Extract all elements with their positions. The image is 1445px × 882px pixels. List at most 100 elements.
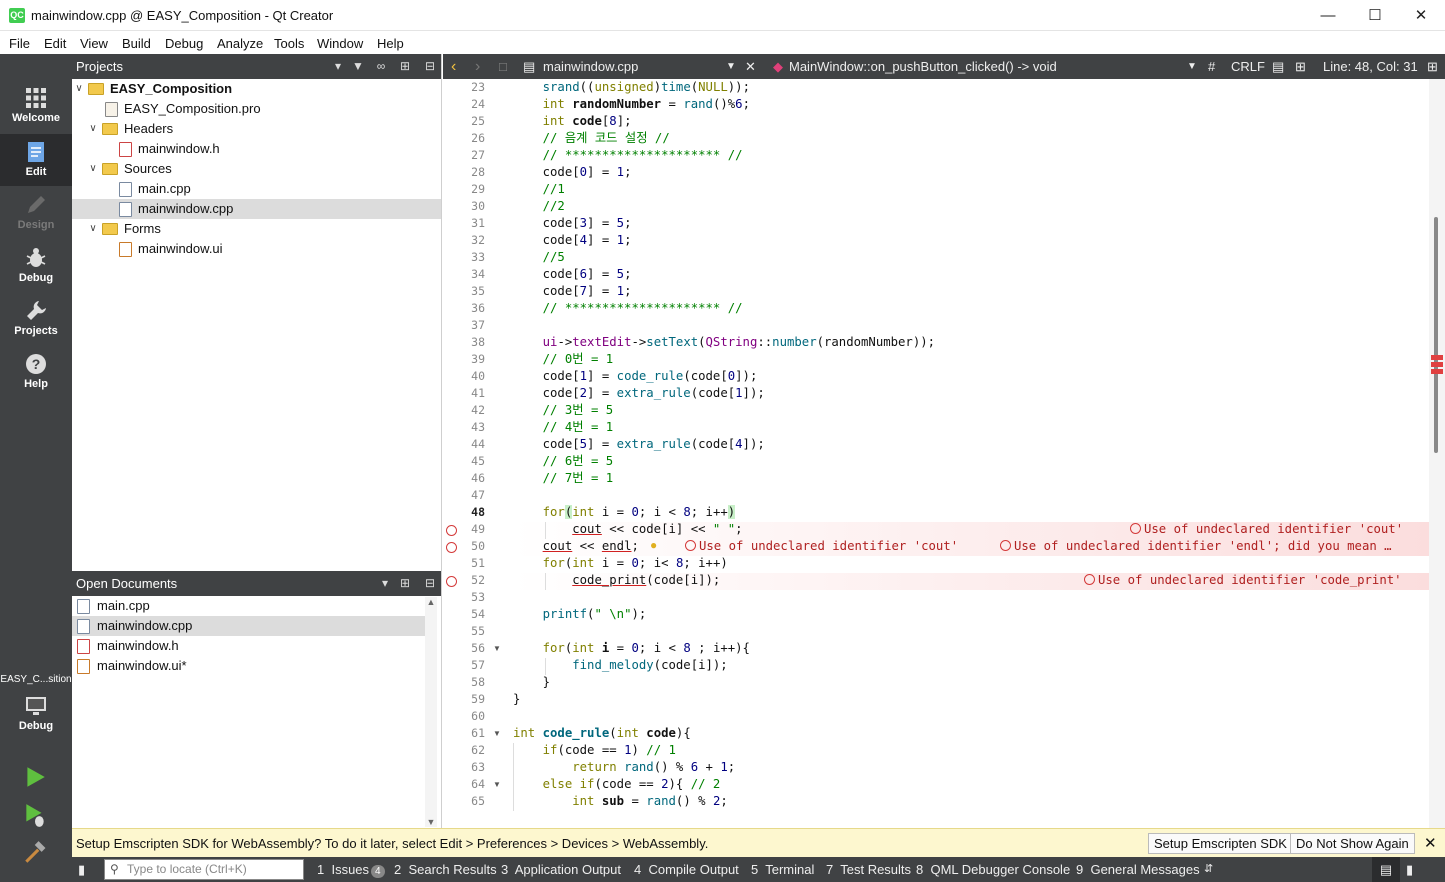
toggle-sidebar-icon[interactable]: ▮: [78, 857, 85, 882]
code-line[interactable]: code[4] = 1;: [513, 232, 632, 249]
fold-icon[interactable]: ▼: [493, 780, 501, 789]
chevron-down-icon[interactable]: ∨: [74, 79, 84, 99]
mode-design[interactable]: Design: [0, 187, 72, 239]
menu-view[interactable]: View: [80, 36, 108, 51]
code-line[interactable]: //5: [513, 249, 565, 266]
current-file[interactable]: mainwindow.cpp: [543, 54, 638, 79]
tree-item[interactable]: mainwindow.h: [72, 139, 441, 159]
chevron-down-icon[interactable]: ▾: [374, 571, 396, 596]
code-line[interactable]: else if(code == 2){ // 2: [513, 776, 721, 793]
code-line[interactable]: code[5] = extra_rule(code[4]);: [513, 436, 765, 453]
tree-item[interactable]: ∨ Sources: [72, 159, 441, 179]
chevron-down-icon[interactable]: ▼: [1187, 54, 1197, 79]
chevron-down-icon[interactable]: ∨: [88, 159, 98, 179]
forward-icon[interactable]: ›: [475, 54, 480, 79]
code-line[interactable]: for(int i = 0; i < 8; i++): [513, 504, 736, 521]
chevron-down-icon[interactable]: ∨: [88, 119, 98, 139]
chevron-down-icon[interactable]: ▾: [327, 54, 349, 79]
tree-item[interactable]: EASY_Composition.pro: [72, 99, 441, 119]
debug-run-button[interactable]: [22, 802, 48, 831]
back-icon[interactable]: ‹: [451, 54, 456, 79]
list-item[interactable]: mainwindow.ui*: [72, 656, 426, 676]
encoding-icon[interactable]: ▤: [1272, 54, 1284, 79]
close-panel-icon[interactable]: ⊟: [419, 54, 441, 79]
menu-help[interactable]: Help: [377, 36, 404, 51]
error-icon[interactable]: [446, 576, 457, 587]
toggle-output-icon[interactable]: ▤: [1372, 857, 1400, 882]
mode-debug[interactable]: Debug: [0, 240, 72, 292]
code-line[interactable]: // 음계 코드 설정 //: [513, 130, 670, 147]
symbol-selector[interactable]: MainWindow::on_pushButton_clicked() -> v…: [789, 54, 1057, 79]
tab-terminal[interactable]: 5 Terminal: [751, 857, 814, 882]
code-line[interactable]: ui->textEdit->setText(QString::number(ra…: [513, 334, 935, 351]
scrollbar[interactable]: ▲ ▼: [425, 597, 437, 827]
code-line[interactable]: printf(" \n");: [513, 606, 647, 623]
code-line[interactable]: return rand() % 6 + 1;: [513, 759, 735, 776]
filter-icon[interactable]: ▼: [347, 54, 369, 79]
menu-file[interactable]: File: [9, 36, 30, 51]
mode-projects[interactable]: Projects: [0, 293, 72, 345]
line-ending[interactable]: CRLF: [1231, 54, 1265, 79]
tree-item[interactable]: ∨ EASY_Composition: [72, 79, 441, 99]
split-icon[interactable]: ⊞: [394, 571, 416, 596]
scroll-up-icon[interactable]: ▲: [425, 597, 437, 607]
code-line[interactable]: for(int i = 0; i < 8 ; i++){: [513, 640, 750, 657]
fold-icon[interactable]: ▼: [493, 729, 501, 738]
tab-test-results[interactable]: 7 Test Results: [826, 857, 911, 882]
code-line[interactable]: int code[8];: [513, 113, 632, 130]
error-icon[interactable]: [446, 542, 457, 553]
code-line[interactable]: //2: [513, 198, 565, 215]
menu-analyze[interactable]: Analyze: [217, 36, 263, 51]
scroll-down-icon[interactable]: ▼: [425, 817, 437, 827]
menu-tools[interactable]: Tools: [274, 36, 304, 51]
tree-item-selected[interactable]: mainwindow.cpp: [72, 199, 441, 219]
lightbulb-icon[interactable]: ●: [650, 538, 657, 552]
code-line[interactable]: code[0] = 1;: [513, 164, 632, 181]
code-line[interactable]: code[2] = extra_rule(code[1]);: [513, 385, 765, 402]
list-item-selected[interactable]: mainwindow.cpp: [72, 616, 426, 636]
split-icon[interactable]: ⊞: [394, 54, 416, 79]
code-line[interactable]: }: [513, 674, 550, 691]
menu-window[interactable]: Window: [317, 36, 363, 51]
code-line[interactable]: code[3] = 5;: [513, 215, 632, 232]
mode-help[interactable]: ? Help: [0, 346, 72, 398]
list-item[interactable]: mainwindow.h: [72, 636, 426, 656]
tab-search-results[interactable]: 2 Search Results: [394, 857, 497, 882]
menu-build[interactable]: Build: [122, 36, 151, 51]
code-line[interactable]: // 7번 = 1: [513, 470, 614, 487]
build-button[interactable]: [22, 840, 48, 869]
editor-scrollbar[interactable]: [1429, 79, 1445, 828]
mode-edit[interactable]: Edit: [0, 134, 72, 186]
list-item[interactable]: main.cpp: [72, 596, 426, 616]
close-icon[interactable]: ✕: [1398, 0, 1444, 31]
fold-icon[interactable]: ▼: [493, 644, 501, 653]
run-button[interactable]: [22, 764, 48, 793]
code-line[interactable]: cout << code[i] << " ";: [513, 521, 742, 538]
code-line[interactable]: // ********************* //: [513, 300, 743, 317]
tree-item[interactable]: ∨ Forms: [72, 219, 441, 239]
code-line[interactable]: // 4번 = 1: [513, 419, 614, 436]
do-not-show-again-button[interactable]: Do Not Show Again: [1290, 833, 1415, 854]
menu-edit[interactable]: Edit: [44, 36, 66, 51]
code-line[interactable]: int code_rule(int code){: [513, 725, 691, 742]
locator-input[interactable]: ⚲ Type to locate (Ctrl+K): [104, 859, 304, 880]
split-icon[interactable]: ⊞: [1295, 54, 1306, 79]
tab-issues[interactable]: 1 Issues 4: [317, 857, 385, 882]
minimize-icon[interactable]: —: [1305, 0, 1351, 31]
tree-item[interactable]: main.cpp: [72, 179, 441, 199]
link-icon[interactable]: ∞: [370, 54, 392, 79]
toggle-right-sidebar-icon[interactable]: ▮: [1406, 857, 1413, 882]
code-line[interactable]: for(int i = 0; i< 8; i++): [513, 555, 728, 572]
code-line[interactable]: cout << endl;: [513, 538, 639, 555]
code-line[interactable]: // 6번 = 5: [513, 453, 614, 470]
more-tabs-icon[interactable]: ⇵: [1204, 857, 1213, 882]
mode-welcome[interactable]: Welcome: [0, 80, 72, 132]
scrollbar-thumb[interactable]: [1434, 217, 1438, 453]
code-line[interactable]: if(code == 1) // 1: [513, 742, 676, 759]
code-line[interactable]: // ********************* //: [513, 147, 743, 164]
close-panel-icon[interactable]: ⊟: [419, 571, 441, 596]
menu-debug[interactable]: Debug: [165, 36, 203, 51]
code-line[interactable]: // 3번 = 5: [513, 402, 614, 419]
code-line[interactable]: code[1] = code_rule(code[0]);: [513, 368, 758, 385]
tree-item[interactable]: ∨ Headers: [72, 119, 441, 139]
